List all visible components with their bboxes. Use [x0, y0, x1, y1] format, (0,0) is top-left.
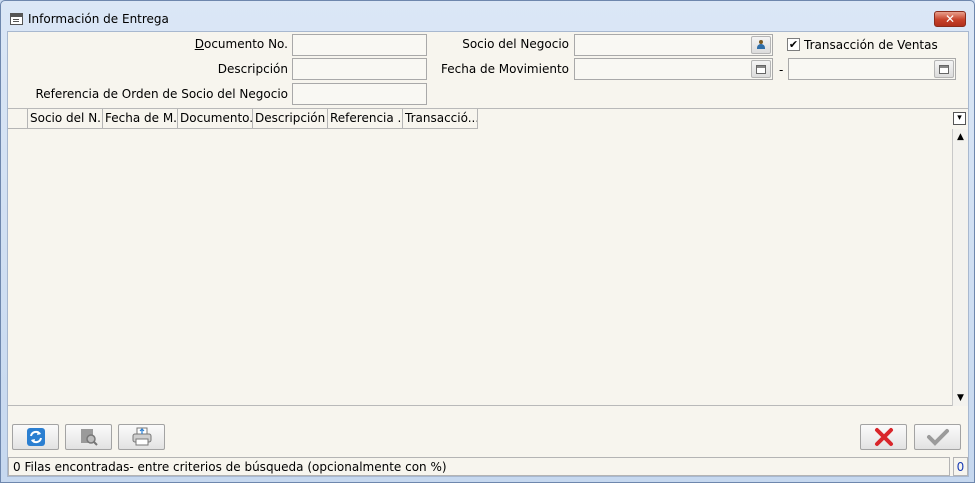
close-button[interactable]: ✕	[934, 11, 966, 27]
fecha-to-input[interactable]	[788, 58, 956, 80]
column-header-descripcion[interactable]: Descripción	[253, 109, 328, 129]
calendar-icon	[756, 64, 766, 74]
window-title: Información de Entrega	[28, 12, 169, 26]
print-icon	[132, 427, 151, 446]
socio-lookup-button[interactable]	[751, 36, 771, 54]
ok-icon	[926, 429, 949, 446]
zoom-button[interactable]	[65, 424, 112, 450]
referencia-label: Referencia de Orden de Socio del Negocio	[35, 87, 288, 101]
client-area: Documento No. Descripción Referencia de …	[7, 31, 969, 477]
column-chooser-icon[interactable]: ▾	[953, 112, 966, 125]
ok-button[interactable]	[914, 424, 961, 450]
fecha-separator: -	[779, 63, 784, 77]
results-table[interactable]: Socio del N... Fecha de M... Documento..…	[8, 108, 968, 406]
column-header-transaccion[interactable]: Transacció...	[403, 109, 478, 129]
calendar-icon	[939, 64, 949, 74]
scroll-up-icon[interactable]: ▲	[953, 129, 968, 145]
fecha-label: Fecha de Movimiento	[440, 62, 569, 76]
window-icon	[10, 13, 23, 25]
fecha-from-input[interactable]	[574, 58, 773, 80]
column-header-fecha[interactable]: Fecha de M...	[103, 109, 178, 129]
cancel-icon	[874, 428, 893, 446]
zoom-icon	[80, 429, 98, 446]
table-header: Socio del N... Fecha de M... Documento..…	[8, 109, 478, 129]
row-selector-header[interactable]	[8, 109, 28, 129]
scroll-down-icon[interactable]: ▼	[953, 390, 968, 406]
column-header-referencia[interactable]: Referencia ...	[328, 109, 403, 129]
transaccion-checkbox[interactable]: ✔	[787, 38, 800, 51]
refresh-button[interactable]	[12, 424, 59, 450]
documento-label: Documento No.	[194, 37, 288, 51]
vertical-scrollbar[interactable]: ▲ ▼	[952, 129, 968, 406]
title-bar[interactable]: Información de Entrega ✕	[1, 1, 974, 31]
info-entrega-window: Información de Entrega ✕ Documento No. D…	[0, 0, 975, 483]
person-icon	[757, 40, 765, 50]
documento-input[interactable]	[292, 34, 427, 56]
status-bar: 0 Filas encontradas- entre criterios de …	[8, 457, 950, 476]
transaccion-label: Transacción de Ventas	[804, 38, 938, 52]
socio-label: Socio del Negocio	[462, 37, 569, 51]
column-header-documento[interactable]: Documento...	[178, 109, 253, 129]
socio-input[interactable]	[574, 34, 773, 56]
refresh-icon	[26, 428, 45, 446]
descripcion-label: Descripción	[217, 62, 288, 76]
cancel-button[interactable]	[860, 424, 907, 450]
print-button[interactable]	[118, 424, 165, 450]
fecha-to-calendar-button[interactable]	[934, 60, 954, 78]
referencia-input[interactable]	[292, 83, 427, 105]
fecha-from-calendar-button[interactable]	[751, 60, 771, 78]
status-row-count: 0	[953, 457, 968, 476]
column-header-socio[interactable]: Socio del N...	[28, 109, 103, 129]
descripcion-input[interactable]	[292, 58, 427, 80]
